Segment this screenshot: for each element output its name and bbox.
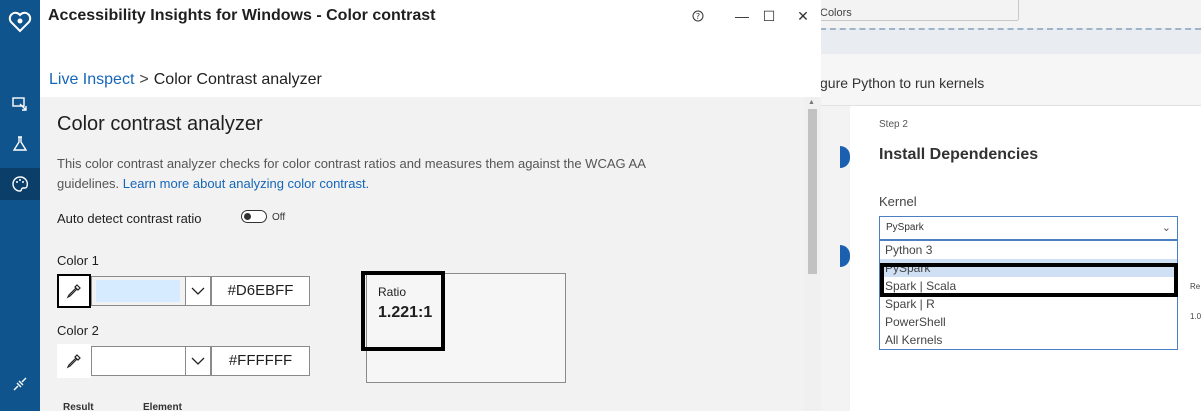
- result-column-header: Result: [63, 402, 94, 411]
- maximize-button[interactable]: ☐: [754, 4, 784, 28]
- scroll-up-icon[interactable]: ▲: [808, 99, 815, 106]
- background-kernel-select[interactable]: PySpark ⌄: [879, 216, 1178, 240]
- ratio-preview-box: Ratio 1.221:1: [361, 271, 566, 383]
- breadcrumb-live-inspect-link[interactable]: Live Inspect: [49, 71, 134, 88]
- minimize-button[interactable]: —: [727, 4, 757, 28]
- app-logo-icon: [0, 6, 40, 38]
- color2-label: Color 2: [57, 323, 99, 338]
- panel-description: This color contrast analyzer checks for …: [57, 154, 657, 194]
- background-kernel-label: Kernel: [879, 194, 917, 209]
- breadcrumb-current: Color Contrast analyzer: [153, 71, 322, 88]
- color2-hex-input[interactable]: #FFFFFF: [211, 346, 310, 376]
- breadcrumb: Live Inspect > Color Contrast analyzer: [49, 71, 322, 89]
- background-side-value: 1.0: [1190, 312, 1201, 321]
- background-tab-divider: [1018, 0, 1019, 20]
- color1-hex-input[interactable]: #D6EBFF: [211, 276, 310, 306]
- background-tab-underline: [820, 20, 1018, 21]
- palette-icon[interactable]: [0, 168, 40, 200]
- flask-icon[interactable]: [0, 128, 40, 160]
- background-heading: gure Python to run kernels: [820, 75, 985, 91]
- close-button[interactable]: ✕: [788, 4, 818, 28]
- help-button[interactable]: ?: [683, 4, 713, 28]
- color2-eyedropper-button[interactable]: [57, 344, 91, 378]
- chevron-down-icon: ⌄: [1161, 222, 1171, 234]
- ratio-label: Ratio: [378, 285, 407, 299]
- eyedropper-icon: [66, 354, 81, 369]
- kernel-option-all-kernels[interactable]: All Kernels: [880, 331, 1177, 349]
- color1-label: Color 1: [57, 253, 99, 268]
- panel-title: Color contrast analyzer: [57, 113, 263, 135]
- scroll-thumb[interactable]: [808, 109, 817, 274]
- color1-picker-button[interactable]: [185, 276, 211, 306]
- color2-picker-button[interactable]: [185, 346, 211, 376]
- auto-detect-toggle[interactable]: [241, 210, 267, 223]
- background-step-circle: [840, 146, 850, 168]
- background-step-circle: [840, 245, 850, 267]
- help-icon: ?: [692, 10, 704, 22]
- window-title: Accessibility Insights for Windows - Col…: [48, 7, 436, 24]
- breadcrumb-separator: >: [139, 71, 149, 88]
- background-step-title: Install Dependencies: [879, 146, 1039, 163]
- nav-rail: [0, 0, 40, 411]
- background-step-card: Step 2 Install Dependencies Kernel PySpa…: [850, 106, 1201, 411]
- svg-text:?: ?: [696, 12, 700, 21]
- color1-swatch-fill: [96, 280, 180, 302]
- eyedropper-icon: [66, 284, 81, 299]
- title-bar: Accessibility Insights for Windows - Col…: [40, 0, 821, 33]
- background-step-label: Step 2: [879, 119, 908, 130]
- connection-icon[interactable]: [0, 368, 40, 400]
- background-dashed-band: [820, 28, 1201, 54]
- toggle-state-label: Off: [272, 212, 286, 223]
- chevron-down-icon: [191, 357, 205, 365]
- breadcrumb-bar: Live Inspect > Color Contrast analyzer: [40, 33, 821, 97]
- ratio-value: 1.221:1: [378, 304, 433, 321]
- color2-swatch[interactable]: [91, 346, 185, 376]
- highlight-rectangle: [880, 263, 1178, 297]
- color1-swatch[interactable]: [91, 276, 185, 306]
- background-side-label: Re: [1190, 282, 1201, 291]
- toggle-knob: [244, 213, 251, 220]
- kernel-option-spark-r[interactable]: Spark | R: [880, 295, 1177, 313]
- learn-more-link[interactable]: Learn more about analyzing color contras…: [123, 176, 369, 191]
- live-inspect-icon[interactable]: [0, 88, 40, 120]
- panel-scrollbar[interactable]: ▲: [804, 97, 821, 411]
- background-app-window: Colors gure Python to run kernels Step 2…: [820, 0, 1201, 411]
- color1-eyedropper-button[interactable]: [57, 274, 91, 308]
- kernel-option-powershell[interactable]: PowerShell: [880, 313, 1177, 331]
- main-window: Accessibility Insights for Windows - Col…: [40, 0, 821, 411]
- kernel-option-python3[interactable]: Python 3: [880, 241, 1177, 259]
- background-kernel-selected: PySpark: [886, 222, 924, 233]
- element-column-header: Element: [143, 402, 182, 411]
- chevron-down-icon: [191, 287, 205, 295]
- auto-detect-label: Auto detect contrast ratio: [57, 211, 202, 226]
- background-colors-tab[interactable]: Colors: [820, 7, 852, 19]
- color-contrast-panel: Color contrast analyzer This color contr…: [40, 97, 804, 411]
